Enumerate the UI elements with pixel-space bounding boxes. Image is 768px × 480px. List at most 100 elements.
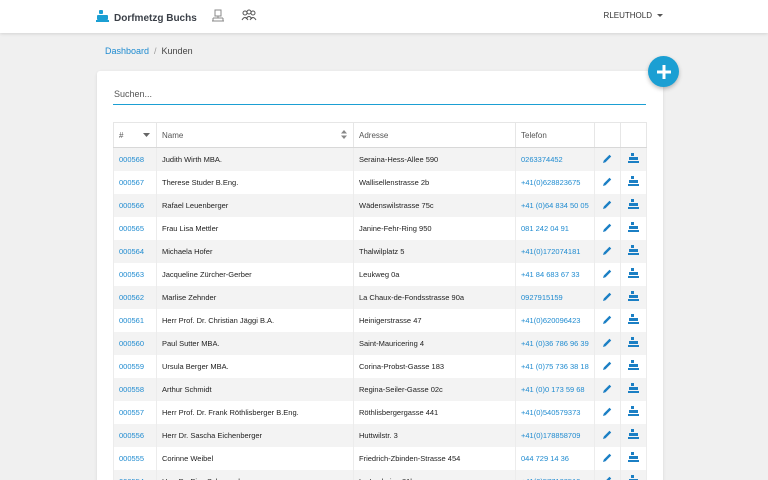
column-header-address[interactable]: Adresse bbox=[353, 122, 516, 148]
edit-icon[interactable] bbox=[603, 246, 612, 257]
edit-icon[interactable] bbox=[603, 292, 612, 303]
table-row[interactable]: 000557 Herr Prof. Dr. Frank Röthlisberger… bbox=[113, 400, 647, 424]
phone-link[interactable]: 0263374452 bbox=[521, 155, 563, 164]
edit-icon[interactable] bbox=[603, 315, 612, 326]
brand[interactable]: Dorfmetzg Buchs bbox=[96, 9, 197, 27]
column-header-phone[interactable]: Telefon bbox=[515, 122, 595, 148]
table-row[interactable]: 000566 Rafael Leuenberger Wädenswilstrasse… bbox=[113, 193, 647, 217]
building-icon[interactable] bbox=[212, 9, 224, 27]
orders-icon[interactable] bbox=[628, 406, 639, 418]
cell-name: Rafael Leuenberger bbox=[156, 193, 354, 217]
column-header-name[interactable]: Name bbox=[156, 122, 354, 148]
table-row[interactable]: 000561 Herr Prof. Dr. Christian Jäggi B.A… bbox=[113, 308, 647, 332]
orders-icon[interactable] bbox=[628, 452, 639, 464]
edit-icon[interactable] bbox=[603, 200, 612, 211]
orders-icon[interactable] bbox=[628, 291, 639, 303]
orders-icon[interactable] bbox=[628, 199, 639, 211]
edit-icon[interactable] bbox=[603, 430, 612, 441]
table-row[interactable]: 000562 Marlise Zehnder La Chaux-de-Fondsst… bbox=[113, 285, 647, 309]
cell-address: La Chaux-de-Fondsstrasse 90a bbox=[353, 285, 516, 309]
users-icon[interactable] bbox=[241, 9, 257, 27]
phone-link[interactable]: +41(0)620096423 bbox=[521, 316, 580, 325]
table-row[interactable]: 000563 Jacqueline Zürcher-Gerber Leukweg 0… bbox=[113, 262, 647, 286]
table-row[interactable]: 000564 Michaela Hofer Thalwilplatz 5 +41(0)… bbox=[113, 239, 647, 263]
customer-id-link[interactable]: 000563 bbox=[119, 270, 144, 279]
table-row[interactable]: 000558 Arthur Schmidt Regina-Seiler-Gasse … bbox=[113, 377, 647, 401]
table-row[interactable]: 000554 Herr Dr. Pius SchumacherLe Locleri… bbox=[113, 469, 647, 480]
orders-icon[interactable] bbox=[628, 383, 639, 395]
edit-icon[interactable] bbox=[603, 338, 612, 349]
phone-link[interactable]: 081 242 04 91 bbox=[521, 224, 569, 233]
edit-icon[interactable] bbox=[603, 384, 612, 395]
sort-desc-icon bbox=[143, 133, 150, 137]
edit-icon[interactable] bbox=[603, 269, 612, 280]
cell-address: Friedrich-Zbinden-Strasse 454 bbox=[353, 446, 516, 470]
edit-icon[interactable] bbox=[603, 453, 612, 464]
customer-id-link[interactable]: 000561 bbox=[119, 316, 144, 325]
orders-icon[interactable] bbox=[628, 176, 639, 188]
user-menu[interactable]: RLEUTHOLD bbox=[604, 11, 663, 20]
edit-icon[interactable] bbox=[603, 361, 612, 372]
orders-icon[interactable] bbox=[628, 360, 639, 372]
cell-address: Huttwilstr. 3 bbox=[353, 423, 516, 447]
table-row[interactable]: 000555 Corinne Weibel Friedrich-Zbinden-St… bbox=[113, 446, 647, 470]
orders-icon[interactable] bbox=[628, 314, 639, 326]
cell-address: Wallisellenstrasse 2b bbox=[353, 170, 516, 194]
customer-id-link[interactable]: 000555 bbox=[119, 454, 144, 463]
phone-link[interactable]: +41 (0)64 834 50 05 bbox=[521, 201, 589, 210]
breadcrumb-current: Kunden bbox=[161, 46, 193, 56]
search-input[interactable] bbox=[113, 84, 646, 105]
table-header-row: # Name Adresse Telefon bbox=[113, 122, 647, 148]
edit-icon[interactable] bbox=[603, 407, 612, 418]
edit-icon[interactable] bbox=[603, 154, 612, 165]
customer-id-link[interactable]: 000559 bbox=[119, 362, 144, 371]
table-row[interactable]: 000556 Herr Dr. Sascha Eichenberger Huttwi… bbox=[113, 423, 647, 447]
add-customer-button[interactable] bbox=[648, 56, 679, 87]
plus-icon bbox=[656, 64, 671, 79]
edit-icon[interactable] bbox=[603, 476, 612, 480]
phone-link[interactable]: +41(0)172074181 bbox=[521, 247, 580, 256]
customer-id-link[interactable]: 000562 bbox=[119, 293, 144, 302]
column-header-id[interactable]: # bbox=[113, 122, 157, 148]
phone-link[interactable]: +41(0)577188519 bbox=[521, 477, 580, 480]
customer-id-link[interactable]: 000566 bbox=[119, 201, 144, 210]
table-row[interactable]: 000567 Therese Studer B.Eng. Wallisellenst… bbox=[113, 170, 647, 194]
phone-link[interactable]: +41(0)540579373 bbox=[521, 408, 580, 417]
table-row[interactable]: 000565 Frau Lisa Mettler Janine-Fehr-Ring … bbox=[113, 216, 647, 240]
table-row[interactable]: 000559 Ursula Berger MBA. Corina-Probst-Ga… bbox=[113, 354, 647, 378]
cell-edit bbox=[594, 216, 621, 240]
customer-id-link[interactable]: 000567 bbox=[119, 178, 144, 187]
phone-link[interactable]: 0927915159 bbox=[521, 293, 563, 302]
orders-icon[interactable] bbox=[628, 153, 639, 165]
orders-icon[interactable] bbox=[628, 475, 639, 480]
customer-id-link[interactable]: 000565 bbox=[119, 224, 144, 233]
brand-name: Dorfmetzg Buchs bbox=[114, 12, 197, 24]
phone-link[interactable]: +41(0)628823675 bbox=[521, 178, 580, 187]
customer-id-link[interactable]: 000554 bbox=[119, 477, 144, 480]
orders-icon[interactable] bbox=[628, 268, 639, 280]
phone-link[interactable]: +41(0)178858709 bbox=[521, 431, 580, 440]
orders-icon[interactable] bbox=[628, 245, 639, 257]
phone-link[interactable]: +41 (0)75 736 38 18 bbox=[521, 362, 589, 371]
username: RLEUTHOLD bbox=[603, 11, 652, 20]
edit-icon[interactable] bbox=[603, 177, 612, 188]
phone-link[interactable]: 044 729 14 36 bbox=[521, 454, 569, 463]
customer-id-link[interactable]: 000564 bbox=[119, 247, 144, 256]
table-row[interactable]: 000560 Paul Sutter MBA. Saint-Mauricering … bbox=[113, 331, 647, 355]
phone-link[interactable]: +41 (0)36 786 96 39 bbox=[521, 339, 589, 348]
customer-id-link[interactable]: 000558 bbox=[119, 385, 144, 394]
cell-id: 000566 bbox=[113, 193, 157, 217]
customer-id-link[interactable]: 000560 bbox=[119, 339, 144, 348]
customer-id-link[interactable]: 000556 bbox=[119, 431, 144, 440]
breadcrumb-dashboard[interactable]: Dashboard bbox=[105, 46, 149, 56]
edit-icon[interactable] bbox=[603, 223, 612, 234]
orders-icon[interactable] bbox=[628, 337, 639, 349]
table-row[interactable]: 000568 Judith Wirth MBA. Seraina-Hess-Alle… bbox=[113, 147, 647, 171]
customer-id-link[interactable]: 000568 bbox=[119, 155, 144, 164]
phone-link[interactable]: +41 84 683 67 33 bbox=[521, 270, 580, 279]
phone-link[interactable]: +41 (0)0 173 59 68 bbox=[521, 385, 585, 394]
orders-icon[interactable] bbox=[628, 429, 639, 441]
cell-id: 000554 bbox=[113, 469, 157, 480]
customer-id-link[interactable]: 000557 bbox=[119, 408, 144, 417]
orders-icon[interactable] bbox=[628, 222, 639, 234]
